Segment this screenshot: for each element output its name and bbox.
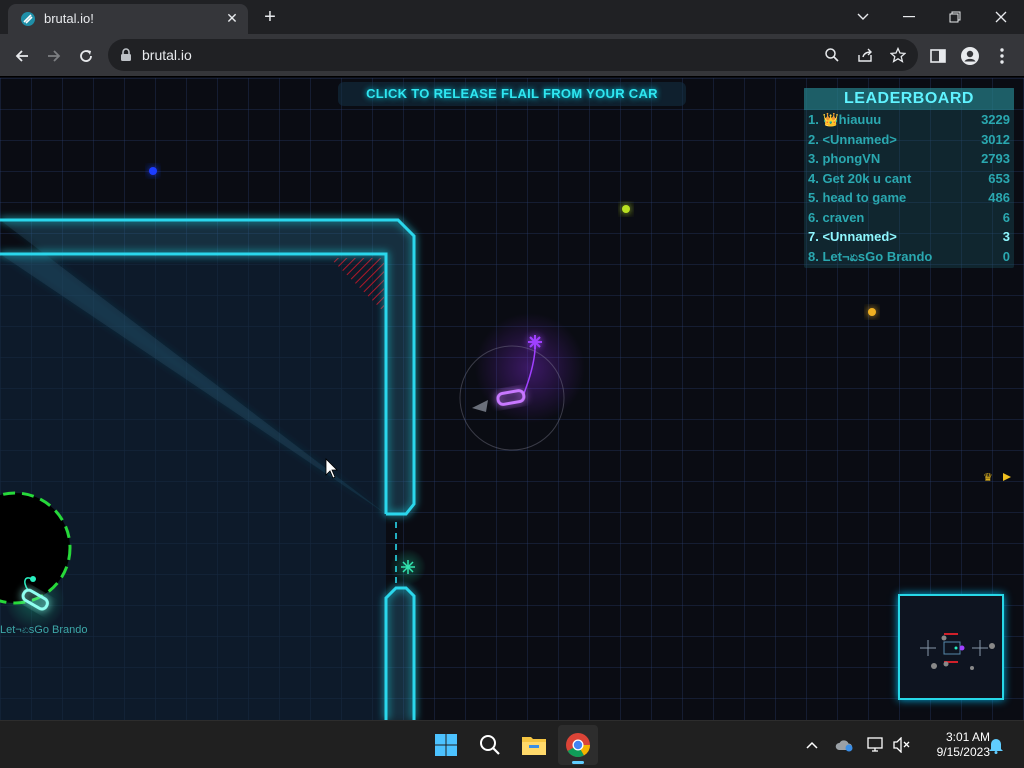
address-bar[interactable]: brutal.io — [108, 39, 918, 71]
volume-muted-icon[interactable] — [892, 735, 912, 755]
profile-icon[interactable] — [956, 42, 984, 70]
leaderboard-row: 2. <Unnamed> 3012 — [808, 131, 1010, 147]
player-name-label: Let¬ಏsGo Brando — [0, 624, 88, 636]
crown-icon: ♛ — [983, 471, 993, 484]
leaderboard-title: LEADERBOARD — [804, 88, 1014, 110]
sidepanel-icon[interactable] — [924, 42, 952, 70]
arrow-right-icon[interactable] — [40, 42, 68, 70]
player-flail — [30, 576, 36, 582]
instruction-hint: CLICK TO RELEASE FLAIL FROM YOUR CAR — [338, 82, 686, 106]
offscreen-arrow-icon — [1003, 473, 1011, 481]
browser-tab-bar: brutal.io! ✕ + — [0, 0, 1024, 34]
leaderboard-row-self: 7. <Unnamed> 3 — [808, 229, 1010, 244]
leaderboard: LEADERBOARD 1. 👑hiauuu 3229 2. <Unnamed> 3… — [804, 88, 1014, 268]
tab-title: brutal.io! — [44, 11, 94, 26]
arena — [0, 256, 386, 720]
close-icon[interactable]: ✕ — [222, 8, 242, 28]
share-icon[interactable] — [856, 45, 876, 65]
reload-icon[interactable] — [72, 42, 100, 70]
enemy-flail — [528, 335, 542, 349]
kebab-menu-icon[interactable] — [988, 42, 1016, 70]
start-icon[interactable] — [426, 725, 466, 765]
system-clock[interactable]: 3:01 AM 9/15/2023 — [918, 730, 990, 760]
file-explorer-icon[interactable] — [514, 725, 554, 765]
lock-icon[interactable] — [120, 48, 132, 62]
search-icon[interactable] — [470, 725, 510, 765]
url-text[interactable]: brutal.io — [142, 47, 192, 63]
restore-icon[interactable] — [932, 0, 978, 34]
minimize-icon[interactable] — [886, 0, 932, 34]
enemy-direction-arrow — [472, 400, 488, 412]
browser-tab[interactable]: brutal.io! ✕ — [8, 4, 248, 34]
leaderboard-row: 8. Let¬ಏsGo Brando 0 — [808, 248, 1010, 264]
energy-pellet — [622, 205, 630, 213]
leaderboard-row: 3. phongVN 2793 — [808, 151, 1010, 166]
network-icon[interactable] — [866, 735, 886, 755]
tab-search-chevron-down-icon[interactable] — [840, 0, 886, 34]
plus-icon[interactable]: + — [258, 6, 282, 28]
chrome-icon[interactable] — [558, 725, 598, 765]
onedrive-icon[interactable] — [834, 735, 854, 755]
chevron-up-icon[interactable] — [802, 735, 822, 755]
notification-bell-icon[interactable] — [986, 735, 1006, 755]
search-icon[interactable] — [822, 45, 842, 65]
game-canvas[interactable]: ♛ CLICK TO RELEASE FLAIL FROM YOUR CAR L… — [0, 78, 1024, 720]
leaderboard-row: 1. 👑hiauuu 3229 — [808, 112, 1010, 127]
clock-time: 3:01 AM — [945, 730, 990, 744]
energy-pellet — [868, 308, 876, 316]
spike-mine — [401, 560, 415, 574]
leaderboard-row: 6. craven 6 — [808, 209, 1010, 225]
browser-toolbar: brutal.io — [0, 34, 1024, 77]
clock-date: 9/15/2023 — [936, 745, 990, 759]
star-icon[interactable] — [888, 45, 908, 65]
leaderboard-row: 5. head to game 486 — [808, 190, 1010, 205]
window-close-icon[interactable] — [978, 0, 1024, 34]
minimap — [898, 594, 1004, 700]
leaderboard-row: 4. Get 20k u cant 653 — [808, 170, 1010, 186]
brutal-favicon-icon — [21, 12, 35, 26]
taskbar: 3:01 AM 9/15/2023 — [0, 720, 1024, 768]
arrow-left-icon[interactable] — [8, 42, 36, 70]
energy-pellet — [149, 167, 157, 175]
